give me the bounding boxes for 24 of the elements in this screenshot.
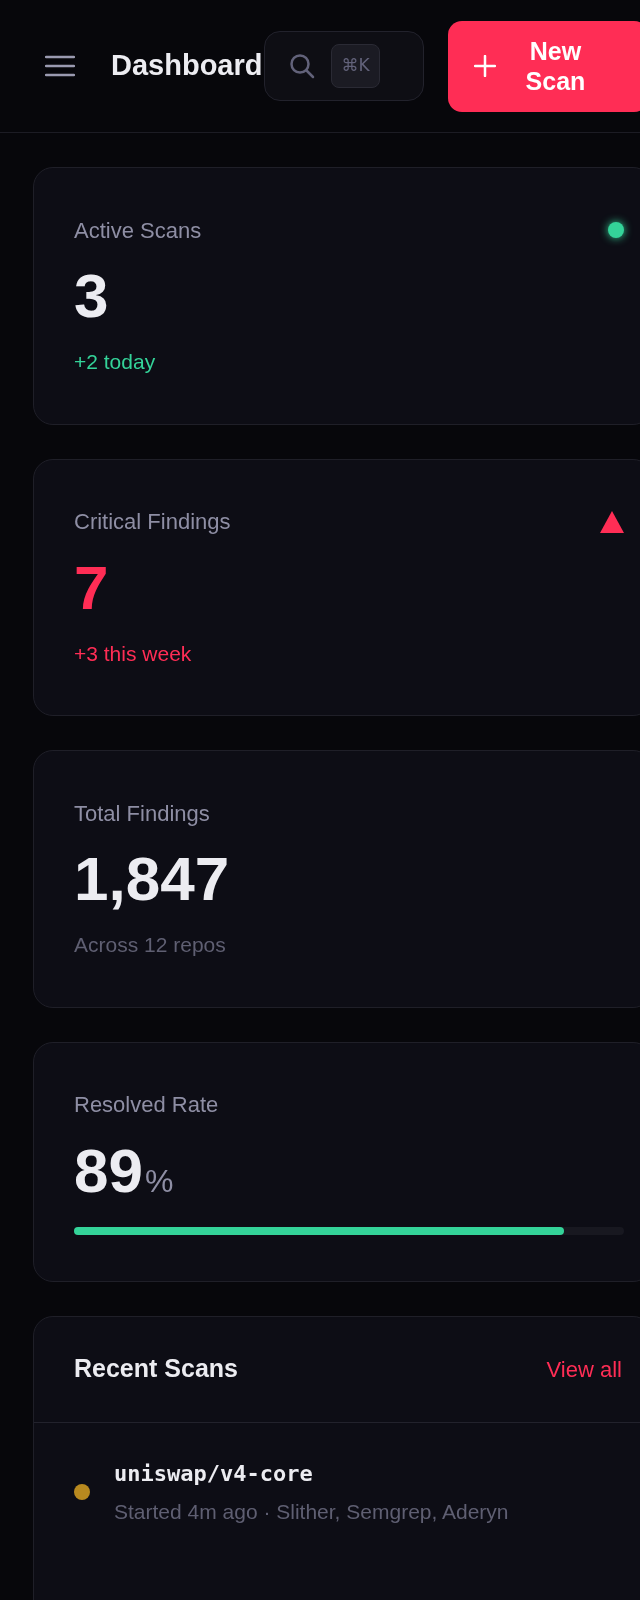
- stat-value: 89: [74, 1134, 143, 1207]
- search-icon: [289, 53, 316, 79]
- new-scan-button[interactable]: New Scan: [448, 20, 640, 112]
- page-title: Dashboard: [111, 48, 263, 84]
- shortcut-key: ⌘K: [331, 44, 380, 88]
- stat-unit: %: [144, 1161, 174, 1201]
- stat-label: Total Findings: [74, 799, 210, 828]
- stat-label: Resolved Rate: [74, 1091, 219, 1119]
- stat-note: +2 today: [74, 349, 157, 375]
- stat-label: Critical Findings: [74, 508, 231, 536]
- scan-row[interactable]: uniswap/v4-core Started 4m ago · Slither, Semgrep, Aderyn: [34, 1422, 640, 1527]
- section-title: Recent Scans: [74, 1353, 238, 1385]
- stat-note: +3 this week: [74, 640, 193, 667]
- scan-meta: Started 4m ago · Slither, Semgrep, Aderyn: [114, 1498, 509, 1525]
- repo-name: uniswap/v4-core: [114, 1459, 314, 1488]
- plus-icon: [474, 55, 497, 77]
- stat-value: 1,847: [74, 843, 230, 915]
- view-all-link[interactable]: View all: [546, 1352, 622, 1386]
- search-button[interactable]: ⌘K: [264, 31, 425, 101]
- menu-icon[interactable]: [45, 55, 75, 77]
- stat-value: 7: [74, 551, 109, 624]
- stat-value: 3: [74, 260, 109, 332]
- stat-note: Across 12 repos: [74, 932, 227, 958]
- stat-label: Active Scans: [74, 216, 202, 245]
